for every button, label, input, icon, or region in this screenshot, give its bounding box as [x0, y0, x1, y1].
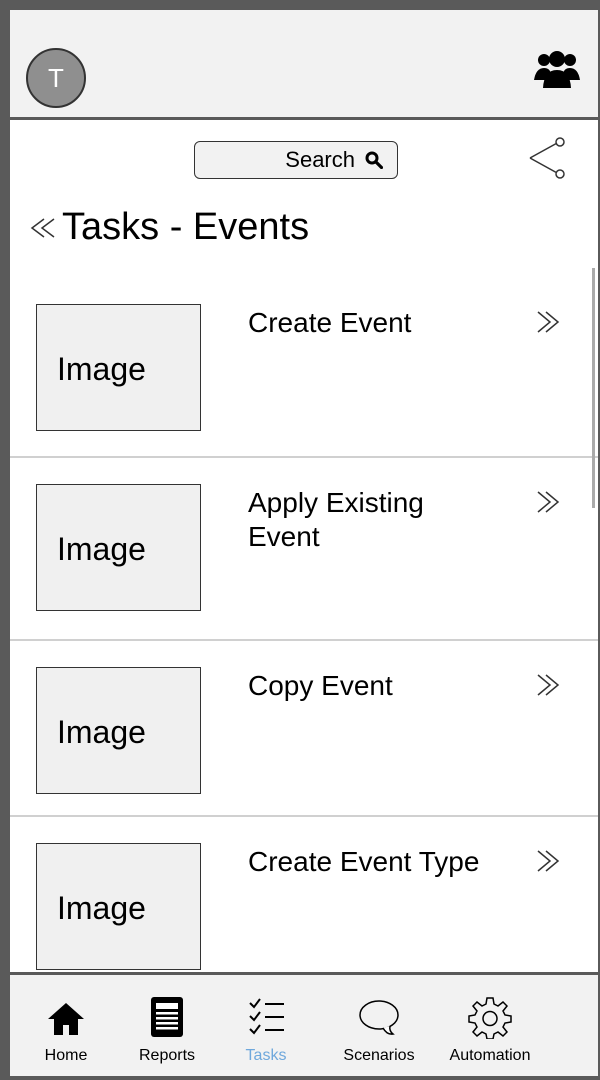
image-placeholder: Image: [36, 667, 201, 794]
app-frame: T Search Tasks - Events Image Create Eve…: [0, 0, 600, 1080]
double-chevron-right-icon[interactable]: [534, 847, 562, 875]
nav-item-tasks[interactable]: Tasks: [212, 975, 320, 1076]
list-item[interactable]: Image Copy Event: [10, 641, 598, 817]
double-chevron-left-icon[interactable]: [28, 213, 58, 243]
list-item[interactable]: Image Apply Existing Event: [10, 458, 598, 641]
nav-item-scenarios[interactable]: Scenarios: [320, 975, 438, 1076]
gear-icon: [468, 997, 512, 1039]
scrollbar[interactable]: [592, 268, 595, 508]
title-row: Tasks - Events: [28, 206, 309, 249]
search-label: Search: [285, 147, 355, 172]
list-item-label: Apply Existing Event: [248, 487, 424, 552]
speech-bubble-icon: [359, 1000, 399, 1035]
search-box[interactable]: Search: [194, 141, 398, 179]
tasks-icon: [249, 998, 284, 1035]
page-title: Tasks - Events: [62, 206, 310, 248]
nav-label: Automation: [449, 1047, 531, 1064]
task-list: Image Create Event Image Apply Existing …: [10, 278, 598, 985]
avatar[interactable]: T: [26, 48, 86, 108]
list-item-label: Create Event: [248, 307, 412, 338]
users-group-icon[interactable]: [534, 50, 580, 90]
header-bar: T: [10, 10, 598, 120]
double-chevron-right-icon[interactable]: [534, 671, 562, 699]
nav-label: Tasks: [245, 1047, 287, 1064]
nav-label: Scenarios: [343, 1047, 415, 1064]
nav-label: Reports: [138, 1047, 196, 1064]
list-item-label: Create Event Type: [248, 846, 480, 877]
reports-icon: [151, 997, 183, 1037]
list-item-label: Copy Event: [248, 670, 393, 701]
share-icon[interactable]: [522, 136, 566, 180]
list-item[interactable]: Image Create Event Type: [10, 817, 598, 985]
search-icon: [365, 151, 383, 169]
home-icon: [48, 1003, 84, 1035]
list-item[interactable]: Image Create Event: [10, 278, 598, 458]
image-placeholder: Image: [36, 843, 201, 970]
bottom-nav: Home Reports Tasks Scenarios Automation: [10, 972, 598, 1076]
nav-item-automation[interactable]: Automation: [438, 975, 542, 1076]
double-chevron-right-icon[interactable]: [534, 308, 562, 336]
nav-item-home[interactable]: Home: [10, 975, 122, 1076]
image-placeholder: Image: [36, 484, 201, 611]
nav-item-reports[interactable]: Reports: [122, 975, 212, 1076]
double-chevron-right-icon[interactable]: [534, 488, 562, 516]
image-placeholder: Image: [36, 304, 201, 431]
nav-label: Home: [44, 1047, 88, 1064]
